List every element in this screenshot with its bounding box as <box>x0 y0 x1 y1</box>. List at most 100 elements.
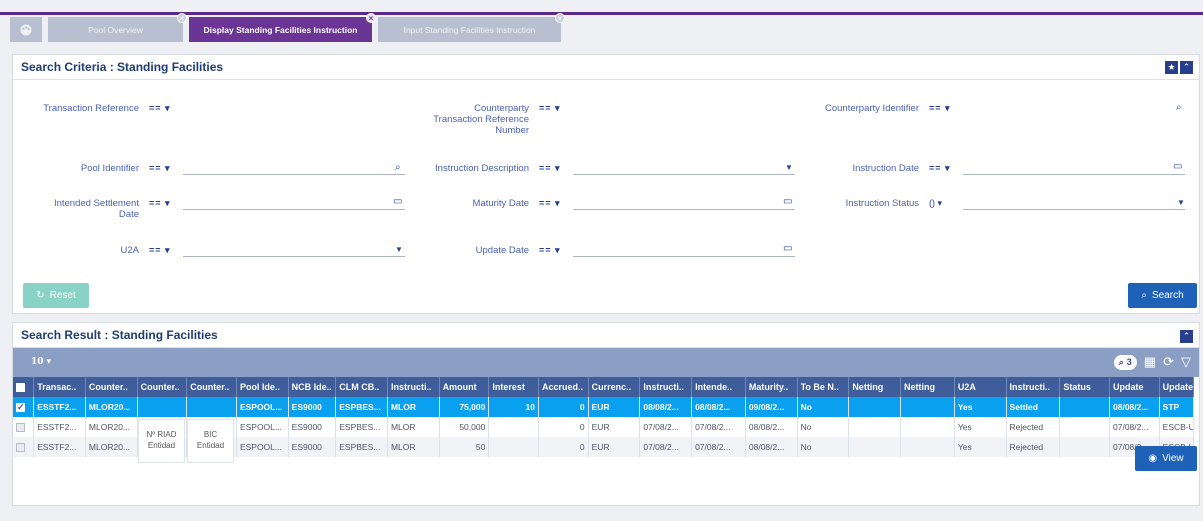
collapse-icon[interactable]: ⌃ <box>1180 330 1193 343</box>
close-icon[interactable]: × <box>177 13 187 23</box>
tab-input-standing-facilities[interactable]: Input Standing Facilities Instruction × <box>378 13 565 42</box>
column-header[interactable]: To Be N.. <box>797 377 850 397</box>
calendar-icon[interactable]: ▭ <box>1173 161 1182 172</box>
operator-select[interactable]: == ▾ <box>149 198 171 209</box>
chevron-down-icon[interactable]: ▼ <box>785 163 793 172</box>
table-header-row: Transac.. Counter.. Counter.. Counter.. … <box>13 377 1195 397</box>
column-header[interactable]: Counter.. <box>186 377 237 397</box>
operator-select[interactable]: == ▾ <box>539 245 561 256</box>
column-header[interactable]: Interest <box>488 377 539 397</box>
label-counterparty-identifier: Counterparty Identifier <box>825 103 919 114</box>
tab-display-standing-facilities[interactable]: Display Standing Facilities Instruction … <box>189 13 376 42</box>
column-header[interactable]: Currenc.. <box>588 377 641 397</box>
chevron-down-icon[interactable]: ▼ <box>1177 198 1185 207</box>
table-cell: No <box>797 437 850 457</box>
export-excel-icon[interactable]: ▦ <box>1144 354 1156 370</box>
tab-pool-overview[interactable]: Pool Overview × <box>48 13 187 42</box>
column-header[interactable]: Maturity.. <box>745 377 798 397</box>
panel-title: Search Result : Standing Facilities <box>21 328 218 342</box>
column-header[interactable]: CLM CB.. <box>335 377 388 397</box>
table-cell: MLOR <box>387 417 440 437</box>
column-header[interactable]: Netting <box>900 377 955 397</box>
page-size-select[interactable]: 10 ▾ <box>31 357 51 367</box>
operator-select[interactable]: == ▾ <box>149 103 171 114</box>
row-checkbox[interactable] <box>13 397 35 417</box>
table-cell: 08/08/2... <box>745 437 798 457</box>
column-header[interactable]: U2A <box>954 377 1007 397</box>
close-icon[interactable]: × <box>366 13 376 23</box>
operator-select[interactable]: () ▾ <box>929 198 942 209</box>
operator-select[interactable]: == ▾ <box>539 198 561 209</box>
update-date-input[interactable] <box>573 239 795 257</box>
query-count-badge[interactable]: ⌕ 3 <box>1113 354 1137 370</box>
table-row[interactable]: ESSTF2... MLOR20... ESPOOL... ES9000 ESP… <box>13 397 1195 417</box>
calendar-icon[interactable]: ▭ <box>783 243 792 254</box>
maturity-date-input[interactable] <box>573 192 795 210</box>
tab-home[interactable] <box>10 17 42 42</box>
select-all-checkbox[interactable] <box>13 377 35 397</box>
table-cell <box>137 397 188 417</box>
table-cell: 08/08/2... <box>745 417 798 437</box>
column-header[interactable]: Accrued.. <box>538 377 589 397</box>
pool-identifier-input[interactable] <box>183 157 405 175</box>
label-instruction-date: Instruction Date <box>852 163 919 174</box>
label-maturity-date: Maturity Date <box>472 198 530 209</box>
column-header[interactable]: Transac.. <box>33 377 86 397</box>
operator-select[interactable]: == ▾ <box>929 163 951 174</box>
refresh-icon[interactable]: ⟳ <box>1163 354 1174 370</box>
column-header[interactable]: Intende.. <box>691 377 746 397</box>
calendar-icon[interactable]: ▭ <box>783 196 792 207</box>
column-header[interactable]: Update <box>1109 377 1160 397</box>
column-header[interactable]: Counter.. <box>137 377 188 397</box>
column-header[interactable]: Netting <box>848 377 902 397</box>
collapse-icon[interactable]: ⌃ <box>1180 61 1193 74</box>
row-checkbox[interactable] <box>13 417 35 437</box>
table-cell: ES9000 <box>288 397 337 417</box>
table-cell <box>900 397 955 417</box>
operator-select[interactable]: == ▾ <box>539 103 561 114</box>
label-instruction-status: Instruction Status <box>845 198 919 209</box>
table-cell: Yes <box>954 397 1007 417</box>
operator-select[interactable]: == ▾ <box>149 245 171 256</box>
intended-settlement-date-input[interactable] <box>183 192 405 210</box>
column-header[interactable]: NCB Ide.. <box>288 377 337 397</box>
table-cell: STP <box>1159 397 1195 417</box>
table-cell <box>900 417 955 437</box>
table-cell: MLOR20... <box>85 397 138 417</box>
table-cell: Rejected <box>1006 437 1061 457</box>
u2a-select[interactable] <box>183 239 405 257</box>
column-header[interactable]: Instructi.. <box>1006 377 1061 397</box>
table-cell: Rejected <box>1006 417 1061 437</box>
table-cell <box>1059 437 1110 457</box>
filter-icon[interactable]: ▽ <box>1181 354 1191 370</box>
operator-select[interactable]: == ▾ <box>149 163 171 174</box>
instruction-status-select[interactable] <box>963 192 1185 210</box>
instruction-date-input[interactable] <box>963 157 1185 175</box>
table-cell: No <box>797 397 850 417</box>
label-intended-settlement-date: Intended Settlement Date <box>53 198 139 220</box>
table-cell: ESPBES... <box>335 397 388 417</box>
view-button[interactable]: ◉ View <box>1135 446 1197 471</box>
row-checkbox[interactable] <box>13 437 35 457</box>
close-icon[interactable]: × <box>555 13 565 23</box>
column-header[interactable]: Update <box>1159 377 1195 397</box>
table-cell: ESPBES... <box>335 437 388 457</box>
table-cell: No <box>797 417 850 437</box>
column-header[interactable]: Status <box>1059 377 1110 397</box>
table-cell: ESSTF2... <box>33 417 86 437</box>
operator-select[interactable]: == ▾ <box>539 163 561 174</box>
star-icon[interactable]: ★ <box>1165 61 1178 74</box>
instruction-description-select[interactable] <box>573 157 795 175</box>
label-u2a: U2A <box>120 245 139 256</box>
operator-select[interactable]: == ▾ <box>929 103 951 114</box>
search-icon[interactable]: ⌕ <box>1176 102 1182 113</box>
reset-button[interactable]: ↻ Reset <box>23 283 89 308</box>
table-cell <box>186 397 237 417</box>
column-header[interactable]: Counter.. <box>85 377 138 397</box>
search-button[interactable]: ⌕ Search <box>1128 283 1197 308</box>
column-header[interactable]: Pool Ide.. <box>236 377 289 397</box>
search-icon: ⌕ <box>1141 290 1147 301</box>
column-header[interactable]: Amount <box>439 377 490 397</box>
column-header[interactable]: Instructi.. <box>639 377 693 397</box>
column-header[interactable]: Instructi.. <box>387 377 440 397</box>
